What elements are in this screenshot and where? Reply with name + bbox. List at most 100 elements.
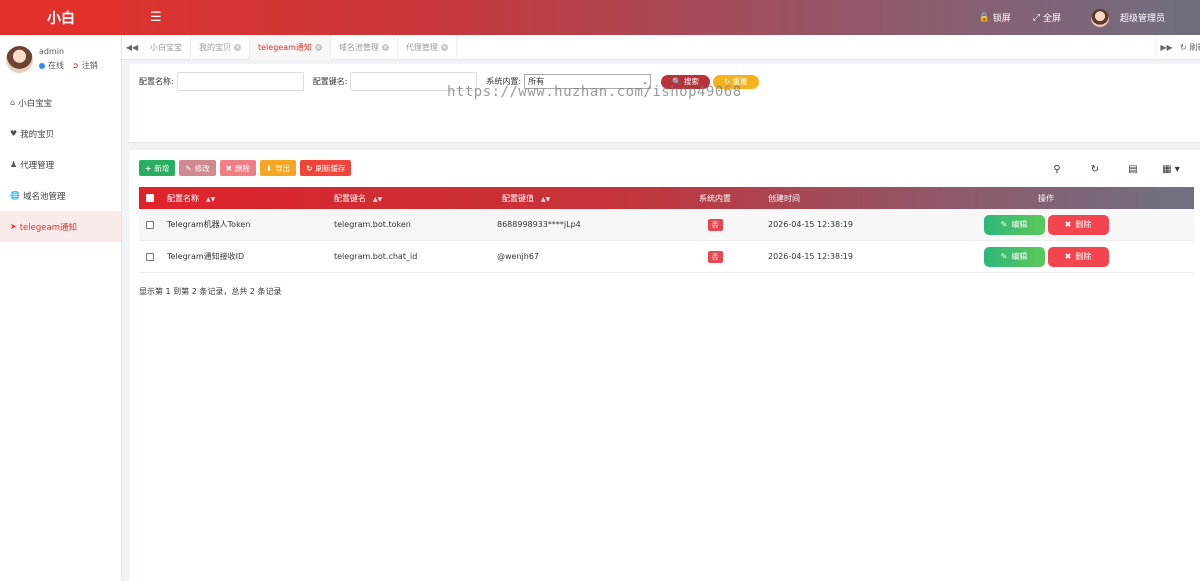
sidebar-item-agent[interactable]: ♟ 代理管理: [0, 149, 121, 180]
edit-icon: ✎: [1000, 220, 1008, 229]
header-config-key[interactable]: 配置键名 ▲▼: [334, 193, 497, 204]
table-row[interactable]: Telegram通知接收ID telegram.bot.chat_id @wen…: [139, 241, 1194, 273]
tab-agent[interactable]: 代理管理 ×: [398, 34, 457, 60]
hamburger-icon[interactable]: ☰: [150, 10, 162, 25]
cell-operations: ✎ 编辑 ✖ 删除: [898, 246, 1194, 267]
row-checkbox[interactable]: [146, 252, 154, 261]
refresh-tab-label: 刷新: [1189, 42, 1200, 52]
home-icon: ⌂: [10, 98, 16, 107]
expand-icon: ⤢: [1032, 12, 1040, 23]
row-delete-button[interactable]: ✖ 删除: [1047, 246, 1109, 267]
header-checkbox-cell: [139, 194, 161, 202]
logout-icon[interactable]: ➲: [72, 61, 79, 70]
download-icon: ⬇: [265, 163, 273, 173]
sidebar-item-label: telegeam通知: [19, 222, 77, 233]
tab-scroll-right-icon[interactable]: ▶▶: [1156, 34, 1176, 60]
add-button[interactable]: + 新增: [139, 160, 176, 176]
tab-telegram[interactable]: telegeam通知 ×: [250, 34, 331, 60]
top-actions: 🔒 锁屏 ⤢ 全屏 超级管理员: [957, 8, 1200, 27]
header-system-builtin: 系统内置: [667, 193, 763, 204]
times-icon: ✖: [1064, 252, 1072, 261]
refresh-tab-button[interactable]: ↻ 刷新: [1176, 42, 1200, 53]
table-refresh-icon[interactable]: ↻: [1076, 164, 1114, 175]
refresh-icon: ↻: [1180, 42, 1187, 52]
fullscreen-button[interactable]: ⤢ 全屏: [1032, 11, 1061, 25]
close-icon[interactable]: ×: [234, 43, 241, 51]
export-button[interactable]: ⬇ 导出: [259, 160, 297, 176]
edit-button[interactable]: ✎ 修改: [179, 160, 216, 176]
row-delete-label: 删除: [1075, 220, 1092, 229]
close-icon[interactable]: ×: [381, 43, 389, 51]
tab-label: 小白宝宝: [150, 42, 182, 52]
top-avatar[interactable]: [1090, 8, 1109, 27]
user-status: 在线 ➲ 注销: [39, 60, 98, 71]
sort-icon: ▲▼: [206, 195, 216, 203]
cell-operations: ✎ 编辑 ✖ 删除: [898, 214, 1194, 235]
table-panel: + 新增 ✎ 修改 ✖ 删除 ⬇ 导出 ↻ 刷新缓存 ⚲ ↻ ▤ ▦ ▾ 配置名…: [129, 150, 1200, 581]
heart-icon: ♥: [10, 129, 18, 138]
cell-created-time: 2026-04-15 12:38:19: [768, 252, 853, 261]
watermark-text: https://www.huzhan.com/ishop49068: [447, 84, 742, 100]
sidebar-item-home[interactable]: ⌂ 小白宝宝: [0, 87, 121, 118]
status-badge: 否: [707, 218, 723, 231]
top-user-label[interactable]: 超级管理员: [1120, 11, 1165, 24]
export-button-label: 导出: [275, 163, 291, 173]
sidebar-item-telegram[interactable]: ➤ telegeam通知: [0, 211, 121, 242]
cell-config-value: 8688998933****jLp4: [497, 220, 581, 229]
toggle-view-icon[interactable]: ▤: [1114, 164, 1152, 175]
config-name-label: 配置名称:: [139, 77, 174, 86]
tab-home[interactable]: 小白宝宝: [142, 34, 191, 60]
header-label: 配置名称: [167, 193, 199, 203]
sidebar-item-label: 代理管理: [20, 160, 55, 171]
row-checkbox[interactable]: [146, 220, 154, 229]
tab-scroll-left-icon[interactable]: ◀◀: [122, 43, 142, 52]
columns-grid-icon[interactable]: ▦ ▾: [1152, 164, 1190, 175]
header-config-value[interactable]: 配置键值 ▲▼: [497, 193, 667, 204]
sidebar-item-label: 域名池管理: [22, 191, 66, 202]
edit-icon: ✎: [185, 163, 192, 173]
close-icon[interactable]: ×: [314, 43, 322, 51]
table-search-icon[interactable]: ⚲: [1038, 164, 1076, 175]
username: admin: [39, 47, 65, 56]
row-delete-button[interactable]: ✖ 删除: [1047, 214, 1109, 235]
select-all-checkbox[interactable]: [146, 194, 154, 202]
row-delete-label: 删除: [1075, 252, 1092, 261]
sidebar-menu: ⌂ 小白宝宝 ♥ 我的宝贝 ♟ 代理管理 🌐 域名池管理 ➤ telegeam通…: [0, 87, 121, 242]
online-dot-icon: [39, 62, 45, 69]
delete-button[interactable]: ✖ 删除: [219, 160, 256, 176]
status-online: 在线: [48, 61, 64, 70]
user-info: admin 在线 ➲ 注销: [39, 47, 98, 71]
lock-icon: 🔒: [978, 12, 990, 23]
header-config-name[interactable]: 配置名称 ▲▼: [161, 193, 334, 204]
tabs-bar: ◀◀ 小白宝宝 我的宝贝 × telegeam通知 × 域名池管理 × 代理管理…: [122, 34, 1200, 60]
delete-button-label: 删除: [234, 163, 250, 173]
header-operations: 操作: [898, 193, 1194, 204]
sidebar-item-my-baby[interactable]: ♥ 我的宝贝: [0, 118, 121, 149]
lock-screen-button[interactable]: 🔒 锁屏: [978, 11, 1011, 25]
sort-icon: ▲▼: [541, 195, 551, 203]
refresh-cache-button[interactable]: ↻ 刷新缓存: [300, 160, 352, 176]
tab-label: 我的宝贝: [199, 42, 231, 52]
app-root: 小白 ☰ 🔒 锁屏 ⤢ 全屏 超级管理员 admin 在线 ➲ 注销 ⌂ 小白宝…: [0, 0, 1200, 581]
header-label: 系统内置: [699, 193, 731, 203]
header-label: 配置键名: [334, 193, 366, 203]
config-name-input[interactable]: [176, 72, 304, 91]
row-edit-label: 编辑: [1011, 220, 1028, 229]
row-edit-button[interactable]: ✎ 编辑: [983, 246, 1045, 267]
close-icon[interactable]: ×: [440, 43, 448, 51]
tab-my-baby[interactable]: 我的宝贝 ×: [191, 34, 250, 60]
logout-link[interactable]: 注销: [82, 60, 98, 71]
sidebar-item-domain-pool[interactable]: 🌐 域名池管理: [0, 180, 121, 211]
row-actions: ✎ 编辑 ✖ 删除: [898, 246, 1194, 267]
search-panel: 配置名称: 配置键名: 系统内置: 所有 ⌄ 🔍 搜索 ↻ 重置 https:/…: [129, 64, 1200, 143]
top-bar: 小白 ☰ 🔒 锁屏 ⤢ 全屏 超级管理员: [0, 0, 1200, 35]
sidebar-item-label: 小白宝宝: [18, 98, 53, 109]
edit-button-label: 修改: [194, 163, 210, 173]
table-row[interactable]: Telegram机器人Token telegram.bot.token 8688…: [139, 209, 1194, 241]
plus-icon: +: [145, 163, 152, 173]
cell-config-key: telegram.bot.token: [334, 220, 411, 229]
lock-screen-label: 锁屏: [992, 14, 1011, 24]
tab-domain-pool[interactable]: 域名池管理 ×: [331, 34, 398, 60]
app-logo[interactable]: 小白: [0, 0, 122, 35]
row-edit-button[interactable]: ✎ 编辑: [983, 214, 1045, 235]
